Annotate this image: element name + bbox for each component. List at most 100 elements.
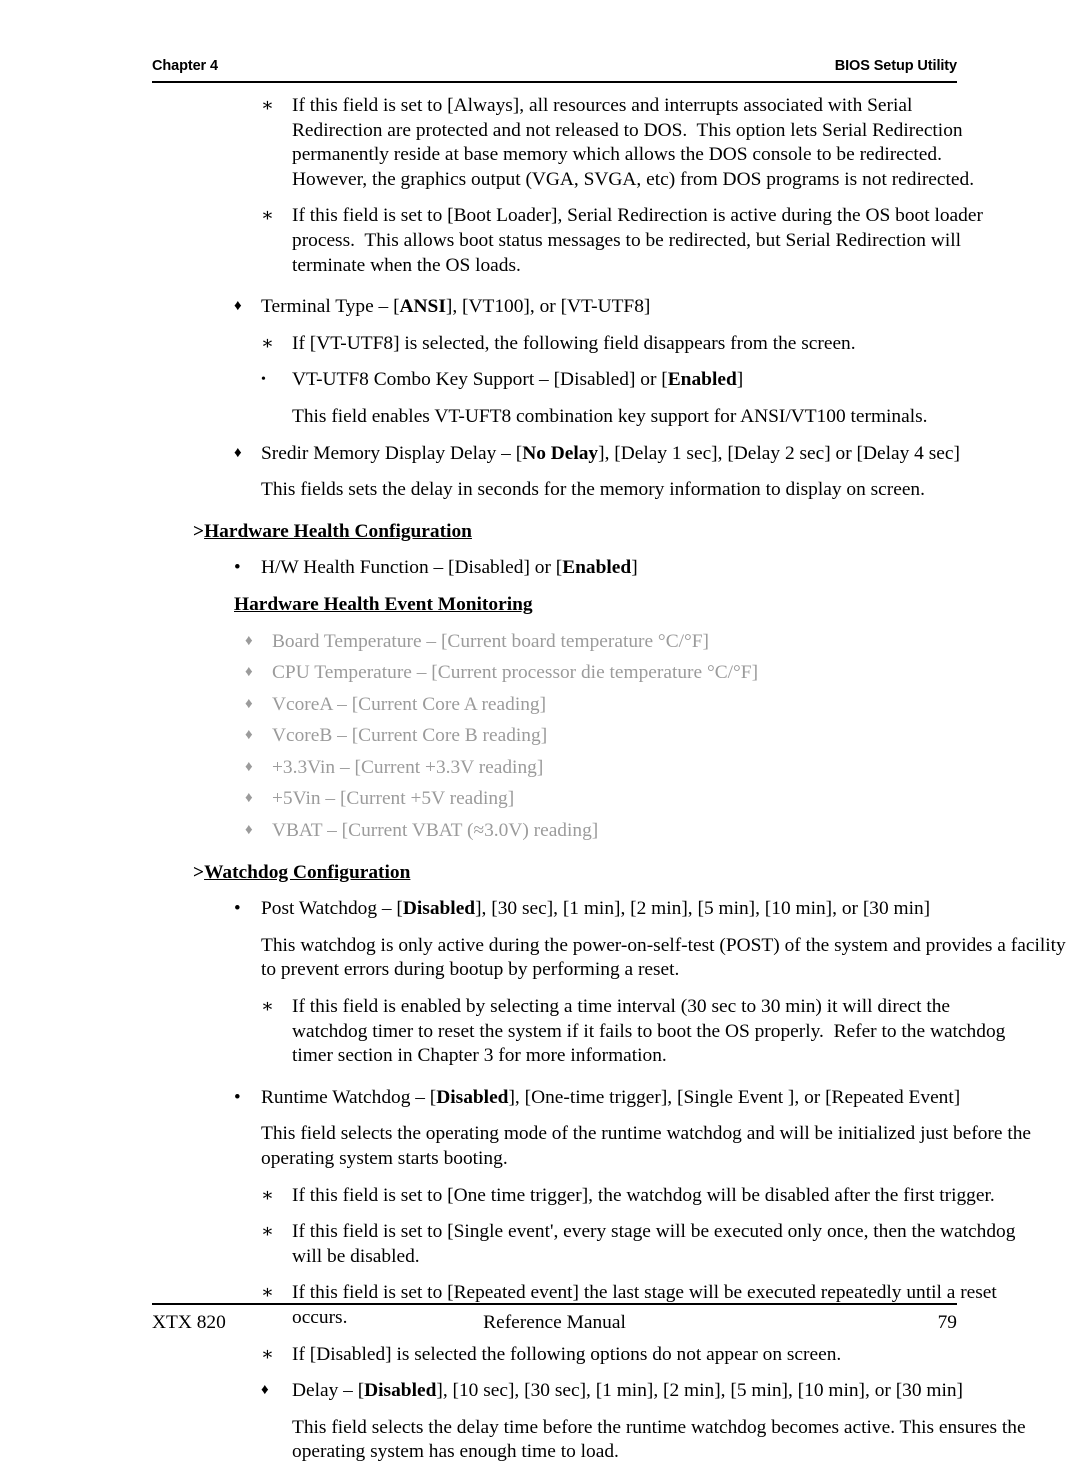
option-label: H/W Health Function – [Disabled] or [ bbox=[261, 557, 563, 579]
header-rule bbox=[152, 81, 957, 83]
list-item-text: VcoreA – [Current Core A reading] bbox=[272, 693, 547, 715]
bullet-icon: • bbox=[234, 898, 241, 920]
list-item-post-watchdog: • Post Watchdog – [Disabled], [30 sec], … bbox=[234, 897, 1080, 922]
submenu-arrow-icon: > bbox=[193, 861, 205, 883]
option-label: Post Watchdog – [ bbox=[261, 898, 403, 920]
option-values: ] bbox=[631, 557, 638, 579]
text-line: This field selects the operating mode of… bbox=[261, 1123, 1003, 1145]
option-values: ], [30 sec], [1 min], [2 min], [5 min], … bbox=[475, 898, 931, 920]
list-item-text: Post Watchdog – [Disabled], [30 sec], [1… bbox=[261, 897, 1080, 922]
diamond-bullet-icon: ♦ bbox=[234, 298, 242, 315]
bullet-icon: • bbox=[234, 557, 241, 579]
list-item-sredir-memory-display-delay: ♦ Sredir Memory Display Delay – [No Dela… bbox=[234, 442, 1080, 467]
text-line: watchdog timer to reset the system if it… bbox=[292, 1020, 1006, 1042]
list-item-delay: ♦ Delay – [Disabled], [10 sec], [30 sec]… bbox=[261, 1379, 1080, 1404]
text-line: If this field is set to [Single event', … bbox=[292, 1221, 1016, 1243]
text-line: Redirection are protected and not releas… bbox=[292, 119, 963, 141]
option-values: ], [One-time trigger], [Single Event ], … bbox=[508, 1086, 961, 1108]
section-heading-text: Watchdog Configuration bbox=[204, 861, 411, 883]
default-value: Enabled bbox=[562, 557, 632, 579]
list-item-combo-key-support: • VT-UTF8 Combo Key Support – [Disabled]… bbox=[261, 368, 1080, 393]
option-values: ], [Delay 1 sec], [Delay 2 sec] or [Dela… bbox=[598, 442, 960, 464]
default-value: Disabled bbox=[364, 1380, 437, 1402]
asterisk-bullet-icon: ∗ bbox=[261, 1184, 274, 1206]
diamond-bullet-icon: ♦ bbox=[245, 727, 253, 744]
asterisk-bullet-icon: ∗ bbox=[261, 332, 274, 354]
list-item: ∗ If this field is set to [Single event'… bbox=[261, 1220, 1080, 1269]
option-values: ], [VT100], or [VT-UTF8] bbox=[445, 296, 651, 318]
page-number: 79 bbox=[937, 1312, 957, 1333]
list-item: ∗ If [Disabled] is selected the followin… bbox=[261, 1343, 1080, 1368]
list-item-text: VBAT – [Current VBAT (≈3.0V) reading] bbox=[272, 820, 599, 842]
page-footer: XTX 820 Reference Manual 79 bbox=[152, 1312, 957, 1334]
option-label: VT-UTF8 Combo Key Support – [Disabled] o… bbox=[292, 369, 668, 391]
list-item-text: CPU Temperature – [Current processor die… bbox=[272, 662, 759, 684]
list-item: ∗ If this field is set to [One time trig… bbox=[261, 1184, 1080, 1209]
text-line: terminate when the OS loads. bbox=[292, 254, 521, 276]
list-item-vcorea: ♦ VcoreA – [Current Core A reading] bbox=[245, 693, 1080, 718]
list-item: ∗ If this field is set to [Always], all … bbox=[261, 94, 1080, 192]
small-bullet-icon: • bbox=[261, 372, 266, 388]
diamond-bullet-icon: ♦ bbox=[245, 822, 253, 839]
option-label: Terminal Type – [ bbox=[261, 296, 400, 318]
description-paragraph: This field enables VT-UFT8 combination k… bbox=[292, 405, 928, 427]
list-item-runtime-watchdog: • Runtime Watchdog – [Disabled], [One-ti… bbox=[234, 1086, 1080, 1111]
list-item-text: H/W Health Function – [Disabled] or [Ena… bbox=[261, 556, 1080, 581]
bullet-icon: • bbox=[234, 1086, 241, 1108]
list-item-text: +3.3Vin – [Current +3.3V reading] bbox=[272, 756, 544, 778]
option-values: ] bbox=[736, 369, 744, 391]
diamond-bullet-icon: ♦ bbox=[245, 790, 253, 807]
description-paragraph: This field selects the delay time before… bbox=[292, 1416, 1080, 1465]
option-values: ], [10 sec], [30 sec], [1 min], [2 min],… bbox=[436, 1380, 964, 1402]
manual-page: Chapter 4 BIOS Setup Utility ∗ If this f… bbox=[0, 0, 1080, 1462]
asterisk-bullet-icon: ∗ bbox=[261, 996, 274, 1018]
subsection-heading-hardware-health-event-monitoring: Hardware Health Event Monitoring bbox=[234, 593, 533, 615]
default-value: ANSI bbox=[399, 296, 446, 318]
list-item-board-temperature: ♦ Board Temperature – [Current board tem… bbox=[245, 630, 1080, 655]
text-line: This watchdog is only active during the … bbox=[261, 934, 1006, 956]
default-value: Disabled bbox=[402, 898, 476, 920]
text-line: If this field is enabled by selecting a … bbox=[292, 996, 951, 1018]
footer-rule bbox=[152, 1303, 957, 1305]
list-item: ∗ If this field is set to [Boot Loader],… bbox=[261, 204, 1080, 278]
diamond-bullet-icon: ♦ bbox=[245, 758, 253, 775]
list-item-cpu-temperature: ♦ CPU Temperature – [Current processor d… bbox=[245, 661, 1080, 686]
diamond-bullet-icon: ♦ bbox=[245, 632, 253, 649]
list-item-vbat: ♦ VBAT – [Current VBAT (≈3.0V) reading] bbox=[245, 819, 1080, 844]
list-item-text: Terminal Type – [ANSI], [VT100], or [VT-… bbox=[261, 295, 1080, 320]
list-item-text: +5Vin – [Current +5V reading] bbox=[272, 788, 515, 810]
list-item-text: If [Disabled] is selected the following … bbox=[292, 1343, 842, 1365]
list-item-text: If this field is set to [One time trigge… bbox=[292, 1184, 995, 1206]
text-line: If this field is set to [Always], all re… bbox=[292, 95, 913, 116]
list-item-text: If this field is enabled by selecting a … bbox=[292, 995, 1080, 1069]
text-line: will be disabled. bbox=[292, 1245, 420, 1267]
list-item-text: If this field is set to [Single event', … bbox=[292, 1220, 1080, 1269]
submenu-arrow-icon: > bbox=[193, 520, 205, 542]
list-item-3v3-vin: ♦ +3.3Vin – [Current +3.3V reading] bbox=[245, 756, 1080, 781]
diamond-bullet-icon: ♦ bbox=[245, 664, 253, 681]
footer-document-title: Reference Manual bbox=[483, 1312, 626, 1333]
asterisk-bullet-icon: ∗ bbox=[261, 1221, 274, 1243]
default-value: Disabled bbox=[436, 1086, 509, 1108]
section-heading-watchdog-configuration: >Watchdog Configuration bbox=[193, 861, 1080, 886]
list-item-hw-health-function: • H/W Health Function – [Disabled] or [E… bbox=[234, 556, 1080, 581]
page-header: Chapter 4 BIOS Setup Utility bbox=[152, 58, 957, 74]
list-item: ∗ If this field is enabled by selecting … bbox=[261, 995, 1080, 1069]
section-heading-text: Hardware Health Configuration bbox=[204, 520, 472, 542]
list-item-text: Delay – [Disabled], [10 sec], [30 sec], … bbox=[292, 1379, 1080, 1404]
text-line: This field selects the delay time before… bbox=[292, 1416, 998, 1438]
text-line: timer section in Chapter 3 for more info… bbox=[292, 1045, 667, 1067]
text-line: However, the graphics output (VGA, SVGA,… bbox=[292, 168, 975, 190]
footer-product-label: XTX 820 bbox=[152, 1312, 226, 1333]
diamond-bullet-icon: ♦ bbox=[261, 1382, 269, 1399]
option-label: Runtime Watchdog – [ bbox=[261, 1086, 437, 1108]
list-item-5v-vin: ♦ +5Vin – [Current +5V reading] bbox=[245, 787, 1080, 812]
list-item-text: Sredir Memory Display Delay – [No Delay]… bbox=[261, 442, 1080, 467]
default-value: Enabled bbox=[667, 369, 737, 391]
text-line: process. This allows boot status message… bbox=[292, 229, 962, 251]
default-value: No Delay bbox=[522, 442, 599, 464]
list-item-text: If this field is set to [Boot Loader], S… bbox=[292, 204, 1080, 278]
list-item-text: If this field is set to [Always], all re… bbox=[292, 94, 1080, 192]
asterisk-bullet-icon: ∗ bbox=[261, 95, 274, 116]
list-item-text: VcoreB – [Current Core B reading] bbox=[272, 725, 548, 747]
